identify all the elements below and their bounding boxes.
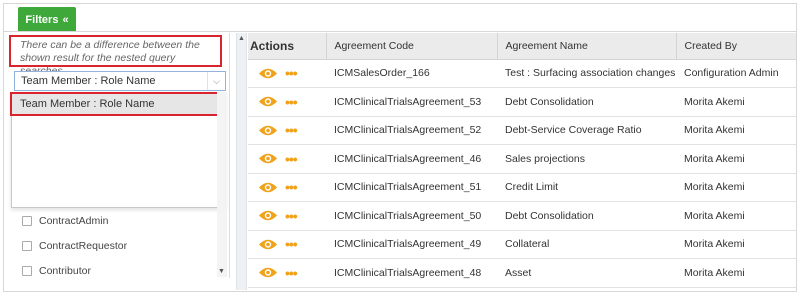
cell-created-by: Morita Akemi bbox=[676, 258, 796, 288]
filter-field-input[interactable] bbox=[15, 72, 207, 90]
cell-created-by: Morita Akemi bbox=[676, 116, 796, 145]
eye-icon[interactable] bbox=[258, 266, 278, 279]
toolbar-divider bbox=[3, 31, 797, 32]
table-row[interactable]: ••• ICMClinicalTrialsAgreement_51 Credit L… bbox=[248, 173, 796, 202]
cell-agreement-code[interactable]: ICMClinicalTrialsAgreement_48 bbox=[326, 258, 497, 288]
cell-agreement-code[interactable]: ICMClinicalTrialsAgreement_46 bbox=[326, 144, 497, 174]
chevron-down-icon[interactable]: ⌵ bbox=[207, 72, 225, 90]
cell-created-by: Morita Akemi bbox=[676, 173, 796, 202]
cell-agreement-code[interactable]: ICMClinicalTrialsAgreement_51 bbox=[326, 173, 497, 202]
cell-agreement-name: Debt Consolidation bbox=[497, 201, 676, 231]
role-item-contributor[interactable]: Contributor bbox=[11, 258, 216, 283]
column-header-agreement-name[interactable]: Agreement Name bbox=[497, 33, 677, 60]
table-row[interactable]: ••• ICMClinicalTrialsAgreement_46 Sales pr… bbox=[248, 144, 796, 174]
cell-agreement-code[interactable]: ICMClinicalTrialsAgreement_49 bbox=[326, 230, 497, 259]
more-actions-icon[interactable]: ••• bbox=[285, 95, 298, 109]
table-row[interactable]: ••• ICMClinicalTrialsAgreement_49 Collater… bbox=[248, 230, 796, 259]
filters-toggle-button[interactable]: Filters « bbox=[18, 7, 76, 32]
eye-icon[interactable] bbox=[258, 67, 278, 80]
row-actions: ••• bbox=[248, 59, 326, 88]
table-header-row: Actions Agreement Code Agreement Name Cr… bbox=[248, 33, 797, 60]
scroll-up-arrow-icon[interactable]: ▲ bbox=[238, 35, 245, 42]
row-actions: ••• bbox=[248, 144, 326, 174]
table-row[interactable]: ••• ICMClinicalTrialsAgreement_52 Debt-Ser… bbox=[248, 116, 796, 145]
row-actions: ••• bbox=[248, 201, 326, 231]
eye-icon[interactable] bbox=[258, 95, 278, 108]
role-label: Contributor bbox=[39, 264, 91, 277]
more-actions-icon[interactable]: ••• bbox=[285, 152, 298, 166]
more-actions-icon[interactable]: ••• bbox=[285, 66, 298, 80]
checkbox[interactable] bbox=[22, 215, 32, 226]
agreements-table: Actions Agreement Code Agreement Name Cr… bbox=[248, 33, 797, 288]
eye-icon[interactable] bbox=[258, 238, 278, 251]
cell-agreement-name: Credit Limit bbox=[497, 173, 676, 202]
cell-agreement-code[interactable]: ICMSalesOrder_166 bbox=[326, 59, 497, 88]
eye-icon[interactable] bbox=[258, 209, 278, 222]
column-header-created-by[interactable]: Created By bbox=[676, 33, 797, 60]
cell-agreement-name: Sales projections bbox=[497, 144, 676, 174]
more-actions-icon[interactable]: ••• bbox=[285, 123, 298, 137]
scroll-down-arrow-icon[interactable]: ▼ bbox=[218, 268, 225, 275]
cell-agreement-name: Test : Surfacing association changes bbox=[497, 59, 676, 88]
table-row[interactable]: ••• ICMClinicalTrialsAgreement_48 Asset Mor… bbox=[248, 258, 796, 288]
more-actions-icon[interactable]: ••• bbox=[285, 209, 298, 223]
table-row[interactable]: ••• ICMSalesOrder_166 Test : Surfacing ass… bbox=[248, 59, 796, 88]
panel-splitter[interactable]: ▲ bbox=[236, 33, 247, 290]
cell-agreement-code[interactable]: ICMClinicalTrialsAgreement_53 bbox=[326, 87, 497, 117]
cell-created-by: Morita Akemi bbox=[676, 87, 796, 117]
role-item-contractrequestor[interactable]: ContractRequestor bbox=[11, 233, 216, 258]
eye-icon[interactable] bbox=[258, 152, 278, 165]
nested-query-note: There can be a difference between the sh… bbox=[9, 35, 222, 77]
eye-icon[interactable] bbox=[258, 124, 278, 137]
cell-agreement-code[interactable]: ICMClinicalTrialsAgreement_50 bbox=[326, 201, 497, 231]
cell-agreement-name: Asset bbox=[497, 258, 676, 288]
more-actions-icon[interactable]: ••• bbox=[285, 180, 298, 194]
filters-label: Filters bbox=[25, 13, 59, 26]
filter-panel-scrollbar[interactable]: ▼ bbox=[217, 92, 227, 277]
role-label: ContractRequestor bbox=[39, 239, 128, 252]
cell-created-by: Morita Akemi bbox=[676, 230, 796, 259]
row-actions: ••• bbox=[248, 173, 326, 202]
double-chevron-left-icon: « bbox=[62, 13, 69, 26]
cell-agreement-name: Debt Consolidation bbox=[497, 87, 676, 117]
column-header-actions: Actions bbox=[248, 33, 327, 60]
role-checkbox-list: ContractAdmin ContractRequestor Contribu… bbox=[11, 208, 216, 283]
row-actions: ••• bbox=[248, 230, 326, 259]
cell-created-by: Morita Akemi bbox=[676, 144, 796, 174]
table-row[interactable]: ••• ICMClinicalTrialsAgreement_53 Debt Con… bbox=[248, 87, 796, 117]
checkbox[interactable] bbox=[22, 265, 32, 276]
cell-created-by: Morita Akemi bbox=[676, 201, 796, 231]
cell-created-by: Configuration Admin bbox=[676, 59, 796, 88]
table-row[interactable]: ••• ICMClinicalTrialsAgreement_50 Debt Con… bbox=[248, 201, 796, 231]
dropdown-option-team-member-role-name[interactable]: Team Member : Role Name bbox=[10, 92, 224, 116]
more-actions-icon[interactable]: ••• bbox=[285, 266, 298, 280]
role-label: ContractAdmin bbox=[39, 214, 109, 227]
role-item-contractadmin[interactable]: ContractAdmin bbox=[11, 208, 216, 233]
cell-agreement-code[interactable]: ICMClinicalTrialsAgreement_52 bbox=[326, 116, 497, 145]
checkbox[interactable] bbox=[22, 240, 32, 251]
cell-agreement-name: Collateral bbox=[497, 230, 676, 259]
filter-field-combobox[interactable]: ⌵ bbox=[14, 71, 226, 91]
row-actions: ••• bbox=[248, 116, 326, 145]
column-header-agreement-code[interactable]: Agreement Code bbox=[326, 33, 498, 60]
row-actions: ••• bbox=[248, 258, 326, 288]
more-actions-icon[interactable]: ••• bbox=[285, 237, 298, 251]
row-actions: ••• bbox=[248, 87, 326, 117]
cell-agreement-name: Debt-Service Coverage Ratio bbox=[497, 116, 676, 145]
filter-field-dropdown: Team Member : Role Name bbox=[10, 92, 226, 208]
eye-icon[interactable] bbox=[258, 181, 278, 194]
